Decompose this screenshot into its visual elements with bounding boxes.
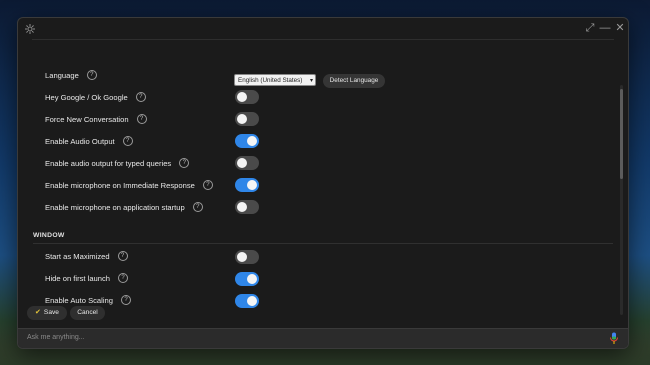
chevron-down-icon: ▾ bbox=[309, 78, 313, 84]
help-icon[interactable]: ? bbox=[135, 92, 146, 102]
setting-row: Hey Google / Ok Google ? bbox=[45, 86, 146, 108]
setting-row: Force New Conversation ? bbox=[45, 108, 147, 130]
toggle-knob bbox=[247, 136, 257, 146]
typed-audio-output-toggle[interactable] bbox=[235, 156, 259, 170]
save-label: Save bbox=[43, 309, 59, 316]
setting-label: Force New Conversation bbox=[45, 114, 129, 124]
ask-input-bar[interactable]: Ask me anything... bbox=[18, 328, 628, 348]
hide-first-launch-toggle[interactable] bbox=[235, 272, 259, 286]
settings-panel: Language ? English (United States) ▾ Det… bbox=[18, 40, 628, 323]
help-icon[interactable]: ? bbox=[118, 273, 129, 283]
minimize-icon[interactable]: — bbox=[599, 22, 611, 34]
help-icon[interactable]: ? bbox=[117, 251, 128, 261]
start-maximized-toggle[interactable] bbox=[235, 250, 259, 264]
help-icon[interactable]: ? bbox=[120, 295, 131, 305]
help-icon[interactable]: ? bbox=[202, 180, 213, 190]
section-divider bbox=[33, 243, 613, 244]
save-button[interactable]: ✔ Save bbox=[27, 306, 67, 320]
toggle-knob bbox=[247, 296, 257, 306]
checkmark-icon: ✔ bbox=[35, 309, 41, 316]
mic-startup-toggle[interactable] bbox=[235, 200, 259, 214]
gear-icon[interactable] bbox=[24, 23, 36, 35]
setting-label: Hey Google / Ok Google bbox=[45, 92, 128, 102]
help-icon[interactable]: ? bbox=[122, 136, 133, 146]
close-icon[interactable]: ✕ bbox=[614, 22, 626, 34]
force-new-conversation-toggle[interactable] bbox=[235, 112, 259, 126]
toggle-knob bbox=[247, 180, 257, 190]
setting-row: Enable microphone on Immediate Response … bbox=[45, 174, 213, 196]
language-row: Language ? bbox=[45, 64, 97, 86]
setting-row: Enable Audio Output ? bbox=[45, 130, 133, 152]
help-icon[interactable]: ? bbox=[136, 114, 147, 124]
ask-input[interactable]: Ask me anything... bbox=[27, 334, 85, 341]
setting-label: Start as Maximized bbox=[45, 251, 110, 261]
help-icon[interactable]: ? bbox=[86, 70, 97, 80]
detect-language-button[interactable]: Detect Language bbox=[323, 74, 385, 88]
assistant-settings-window: ⤢ — ✕ Language ? English (United States)… bbox=[17, 17, 629, 349]
language-label: Language bbox=[45, 70, 79, 80]
toggle-knob bbox=[247, 274, 257, 284]
window-section-title: WINDOW bbox=[33, 232, 65, 239]
toggle-knob bbox=[237, 114, 247, 124]
action-bar: ✔ Save Cancel bbox=[18, 306, 628, 322]
setting-label: Enable audio output for typed queries bbox=[45, 158, 172, 168]
scrollbar-thumb[interactable] bbox=[620, 89, 623, 179]
language-select[interactable]: English (United States) ▾ bbox=[234, 74, 316, 86]
hey-google-toggle[interactable] bbox=[235, 90, 259, 104]
setting-row: Enable microphone on application startup… bbox=[45, 196, 203, 218]
help-icon[interactable]: ? bbox=[192, 202, 203, 212]
microphone-icon[interactable] bbox=[609, 332, 619, 345]
setting-label: Hide on first launch bbox=[45, 273, 111, 283]
cancel-button[interactable]: Cancel bbox=[70, 306, 105, 320]
toggle-knob bbox=[237, 92, 247, 102]
setting-row: Start as Maximized ? bbox=[45, 245, 128, 267]
audio-output-toggle[interactable] bbox=[235, 134, 259, 148]
toggle-knob bbox=[237, 252, 247, 262]
mic-immediate-response-toggle[interactable] bbox=[235, 178, 259, 192]
setting-label: Enable microphone on Immediate Response bbox=[45, 180, 195, 190]
toggle-knob bbox=[237, 202, 247, 212]
help-icon[interactable]: ? bbox=[179, 158, 190, 168]
title-bar: ⤢ — ✕ bbox=[18, 18, 628, 40]
scrollbar[interactable] bbox=[620, 85, 623, 315]
language-select-value: English (United States) bbox=[238, 77, 303, 84]
toggle-knob bbox=[237, 158, 247, 168]
setting-label: Enable microphone on application startup bbox=[45, 202, 185, 212]
setting-label: Enable Audio Output bbox=[45, 136, 115, 146]
setting-row: Enable audio output for typed queries ? bbox=[45, 152, 190, 174]
setting-label: Enable Auto Scaling bbox=[45, 295, 113, 305]
expand-icon[interactable]: ⤢ bbox=[584, 22, 596, 34]
setting-row: Hide on first launch ? bbox=[45, 267, 129, 289]
